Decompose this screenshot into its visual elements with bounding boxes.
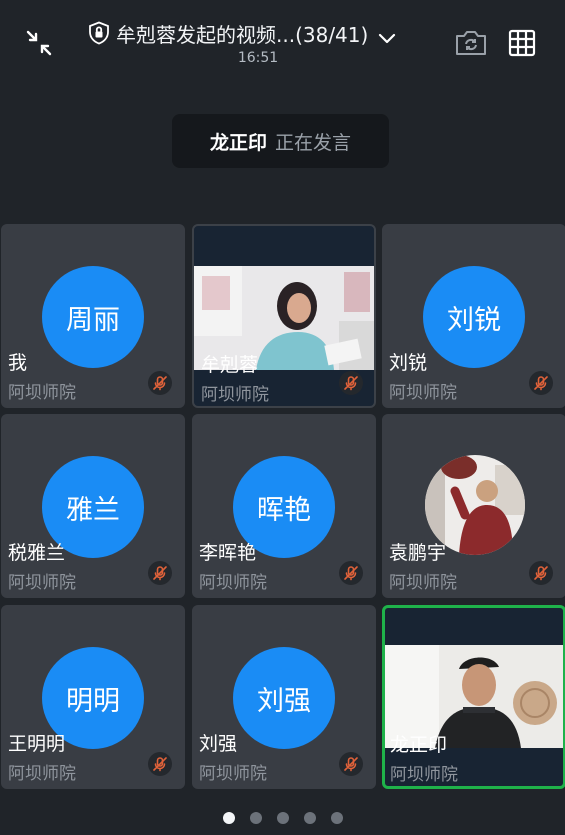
mic-muted-icon: [148, 561, 172, 585]
page-dot[interactable]: [276, 812, 289, 824]
speaker-status: 正在发言: [275, 131, 352, 154]
participant-tile[interactable]: 刘锐 刘锐 阿坝师院: [382, 224, 565, 408]
participant-tile[interactable]: 周丽 我 阿坝师院: [1, 224, 185, 408]
participant-tile[interactable]: 晖艳 李晖艳 阿坝师院: [192, 414, 376, 598]
page-dot[interactable]: [249, 812, 262, 824]
participant-tile[interactable]: 雅兰 税雅兰 阿坝师院: [1, 414, 185, 598]
participant-name: 税雅兰: [8, 542, 66, 564]
participant-org: 阿坝师院: [199, 573, 267, 593]
participant-tile[interactable]: 刘强 刘强 阿坝师院: [192, 605, 376, 789]
participant-name: 袁鹏宇: [389, 542, 447, 564]
page-dot[interactable]: [303, 812, 316, 824]
mic-muted-icon: [529, 371, 553, 395]
mic-muted-icon: [148, 752, 172, 776]
lock-shield-icon: [88, 21, 110, 45]
top-bar: 牟剋蓉发起的视频...(38/41) 16:51: [0, 0, 565, 80]
participant-name: 龙正印: [390, 734, 448, 756]
speaker-name: 龙正印: [209, 131, 267, 154]
speaking-indicator: 龙正印 正在发言: [172, 114, 389, 168]
participant-org: 阿坝师院: [389, 383, 457, 403]
chevron-down-icon[interactable]: [378, 26, 396, 44]
camera-flip-icon[interactable]: [452, 26, 490, 60]
participant-name: 李晖艳: [199, 542, 257, 564]
avatar: 刘强: [233, 647, 335, 749]
participant-name: 刘强: [199, 733, 238, 755]
participant-name: 我: [8, 352, 28, 374]
participant-org: 阿坝师院: [201, 385, 269, 405]
mic-muted-icon: [148, 371, 172, 395]
meeting-time: 16:51: [237, 50, 279, 66]
participant-tile[interactable]: 牟剋蓉 阿坝师院: [192, 224, 376, 408]
collapse-icon[interactable]: [22, 26, 56, 60]
participant-org: 阿坝师院: [8, 383, 76, 403]
page-dot[interactable]: [222, 812, 235, 824]
avatar: 周丽: [42, 266, 144, 368]
grid-view-icon[interactable]: [505, 26, 539, 60]
participant-org: 阿坝师院: [8, 573, 76, 593]
participant-org: 阿坝师院: [199, 764, 267, 784]
participant-tile[interactable]: 明明 王明明 阿坝师院: [1, 605, 185, 789]
mic-muted-icon: [339, 752, 363, 776]
page-dot[interactable]: [330, 812, 343, 824]
participant-name: 刘锐: [389, 352, 428, 374]
participant-name: 牟剋蓉: [201, 354, 259, 376]
participant-org: 阿坝师院: [389, 573, 457, 593]
mic-muted-icon: [529, 561, 553, 585]
meeting-title: 牟剋蓉发起的视频...(38/41): [116, 22, 369, 47]
participant-name: 王明明: [8, 733, 66, 755]
page-indicator[interactable]: [0, 812, 565, 826]
participant-org: 阿坝师院: [8, 764, 76, 784]
avatar: 刘锐: [423, 266, 525, 368]
mic-muted-icon: [339, 371, 363, 395]
mic-muted-icon: [339, 561, 363, 585]
participant-org: 阿坝师院: [390, 765, 458, 785]
meeting-title-area[interactable]: 牟剋蓉发起的视频...(38/41) 16:51: [88, 18, 428, 66]
participant-tile-active-speaker[interactable]: 龙正印 阿坝师院: [382, 605, 565, 789]
participant-tile[interactable]: 袁鹏宇 阿坝师院: [382, 414, 565, 598]
